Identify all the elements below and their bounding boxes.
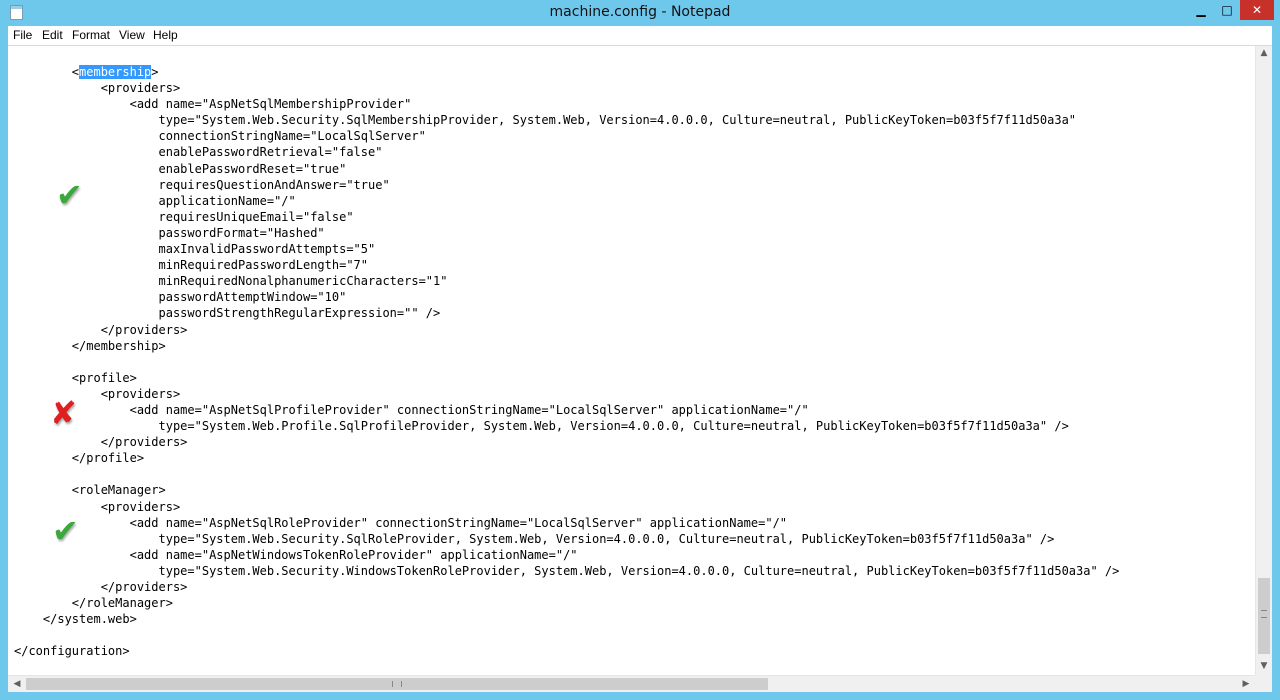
grip-icon: [1261, 610, 1267, 618]
line-text: </providers>: [14, 580, 188, 594]
line-text: <roleManager>: [14, 483, 166, 498]
line-text: </providers>: [14, 322, 188, 337]
line-text: minRequiredPasswordLength="7": [14, 258, 369, 273]
text-editor-area[interactable]: <membership> <providers> <add name="AspN…: [8, 45, 1272, 692]
line-text: </system.web>: [14, 612, 137, 627]
line-text: <add name="AspNetSqlMembershipProvider": [14, 97, 412, 112]
line-text: minRequiredNonalphanumericCharacters="1": [14, 274, 448, 289]
vertical-scroll-thumb[interactable]: [1258, 578, 1270, 654]
line-text: passwordStrengthRegularExpression="" />: [14, 306, 441, 321]
green-check-icon: ✔: [52, 512, 79, 550]
green-check-icon: ✔: [56, 176, 83, 214]
line-text: type="System.Web.Security.WindowsTokenRo…: [14, 563, 1120, 578]
line-text: <add name="AspNetSqlRoleProvider" connec…: [14, 515, 788, 530]
horizontal-scrollbar[interactable]: ◀ ▶: [8, 675, 1255, 692]
line-text: connectionStringName="LocalSqlServer": [14, 129, 426, 144]
line-text: type="System.Web.Profile.SqlProfileProvi…: [14, 419, 1069, 434]
line-text: passwordFormat="Hashed": [14, 225, 325, 240]
scroll-left-arrow-icon[interactable]: ◀: [10, 677, 24, 691]
menu-help[interactable]: Help: [153, 28, 178, 42]
maximize-button[interactable]: □: [1214, 0, 1240, 20]
line-text: >: [151, 65, 159, 79]
line-text: <add name="AspNetSqlProfileProvider" con…: [14, 402, 809, 417]
vertical-scrollbar[interactable]: ▲ ▼: [1255, 46, 1272, 677]
line-text: <providers>: [14, 499, 181, 514]
line-text: </configuration>: [14, 644, 130, 659]
line-text: <: [14, 65, 80, 79]
close-button[interactable]: ✕: [1240, 0, 1274, 20]
document-text[interactable]: <membership> <providers> <add name="AspN…: [14, 64, 1119, 659]
line-text: </providers>: [14, 435, 188, 450]
scroll-right-arrow-icon[interactable]: ▶: [1239, 677, 1253, 691]
line-text: <providers>: [14, 81, 181, 96]
line-text: maxInvalidPasswordAttempts="5": [14, 242, 376, 257]
line-text: </profile>: [14, 451, 145, 466]
scroll-down-arrow-icon[interactable]: ▼: [1256, 661, 1272, 675]
line-text: </roleManager>: [14, 596, 173, 611]
line-text: enablePasswordRetrieval="false": [14, 145, 383, 160]
selected-text: membership: [79, 65, 152, 79]
line-text: type="System.Web.Security.SqlMembershipP…: [14, 113, 1077, 128]
line-text: </membership>: [14, 338, 166, 353]
line-text: type="System.Web.Security.SqlRoleProvide…: [14, 531, 1055, 546]
window-title: machine.config - Notepad: [549, 4, 731, 20]
grip-icon: [392, 681, 402, 687]
scrollbar-corner: [1255, 675, 1272, 692]
menu-view[interactable]: View: [119, 28, 145, 42]
menu-format[interactable]: Format: [72, 28, 110, 42]
title-bar[interactable]: machine.config - Notepad ▁ □ ✕: [0, 0, 1280, 26]
line-text: <profile>: [14, 370, 137, 385]
minimize-button[interactable]: ▁: [1188, 0, 1214, 20]
menu-bar: File Edit Format View Help: [8, 26, 1272, 45]
menu-edit[interactable]: Edit: [42, 28, 63, 42]
line-text: <providers>: [14, 386, 181, 401]
horizontal-scroll-thumb[interactable]: [26, 678, 768, 690]
scroll-up-arrow-icon[interactable]: ▲: [1256, 48, 1272, 62]
line-text: <add name="AspNetWindowsTokenRoleProvide…: [14, 547, 578, 562]
notepad-window: machine.config - Notepad ▁ □ ✕ File Edit…: [0, 0, 1280, 700]
line-text: enablePasswordReset="true": [14, 161, 347, 176]
menu-file[interactable]: File: [13, 28, 32, 42]
line-text: passwordAttemptWindow="10": [14, 290, 347, 305]
red-cross-icon: ✘: [50, 394, 77, 432]
